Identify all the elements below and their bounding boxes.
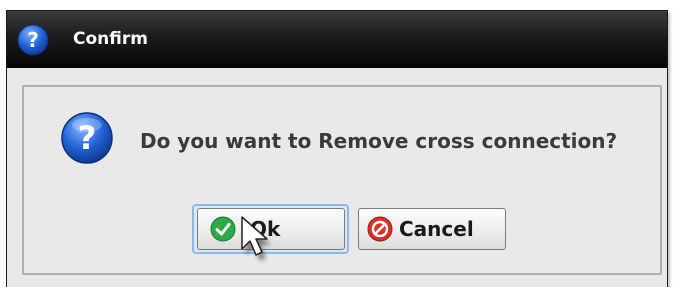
svg-text:?: ? bbox=[27, 28, 39, 52]
dialog-titlebar[interactable]: ? Confirm bbox=[7, 11, 667, 68]
confirm-dialog: ? Confirm ? Do you want to Remove cross … bbox=[6, 10, 668, 287]
dialog-title: Confirm bbox=[73, 29, 148, 49]
svg-text:?: ? bbox=[78, 119, 97, 157]
question-icon: ? bbox=[17, 24, 49, 56]
cancel-button[interactable]: Cancel bbox=[358, 208, 506, 250]
question-icon: ? bbox=[61, 112, 113, 164]
check-circle-icon bbox=[210, 216, 236, 242]
cancel-button-label: Cancel bbox=[399, 217, 474, 241]
dialog-content-panel: ? Do you want to Remove cross connection… bbox=[22, 85, 662, 275]
mouse-cursor-icon bbox=[241, 216, 271, 261]
cancel-circle-icon bbox=[367, 216, 393, 242]
dialog-message: Do you want to Remove cross connection? bbox=[140, 129, 618, 153]
